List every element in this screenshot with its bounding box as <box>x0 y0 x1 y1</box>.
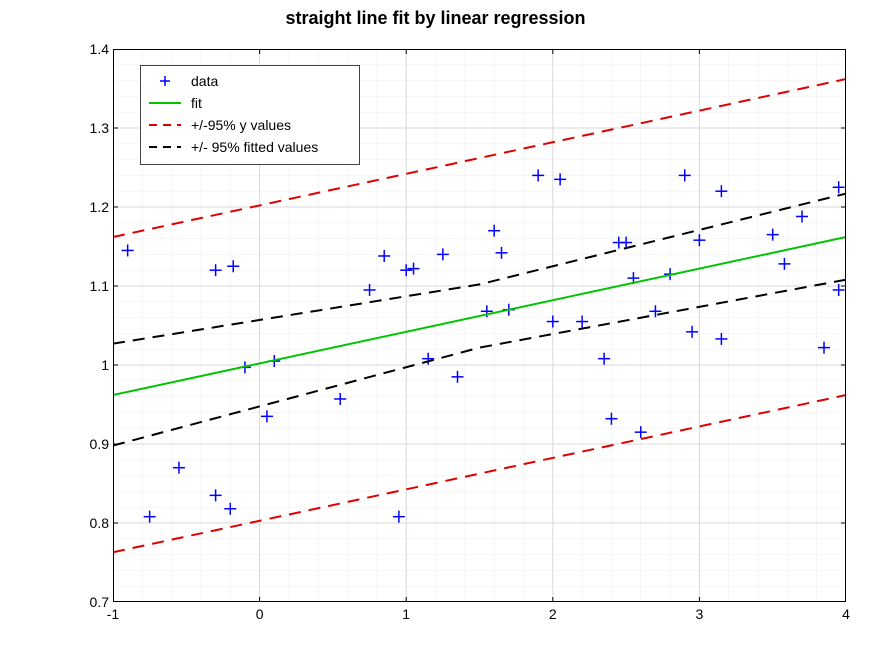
x-tick-label: 1 <box>402 606 410 622</box>
line-+/- 95% fitted values <box>113 194 846 344</box>
y-tick-label: 0.8 <box>49 515 109 531</box>
y-tick-label: 0.7 <box>49 594 109 610</box>
y-tick-label: 1.1 <box>49 278 109 294</box>
y-tick-label: 1.3 <box>49 120 109 136</box>
line-+/-95% y values <box>113 395 846 552</box>
legend-entry-fit: fit <box>147 92 353 114</box>
chart-title: straight line fit by linear regression <box>0 8 871 29</box>
legend-swatch-fit <box>147 92 183 114</box>
legend-label-data: data <box>191 73 353 89</box>
line-+/- 95% fitted values <box>113 280 846 446</box>
x-tick-label: 2 <box>549 606 557 622</box>
line-fit <box>113 237 846 395</box>
legend-entry-pred95: +/-95% y values <box>147 114 353 136</box>
legend-swatch-data <box>147 70 183 92</box>
y-tick-label: 1.4 <box>49 41 109 57</box>
y-tick-label: 1.2 <box>49 199 109 215</box>
legend: data fit +/-95% y values +/- 95% fitted … <box>140 65 360 165</box>
x-tick-label: 4 <box>842 606 850 622</box>
legend-label-fit: fit <box>191 95 353 111</box>
y-tick-label: 1 <box>49 357 109 373</box>
legend-swatch-pred95 <box>147 114 183 136</box>
x-tick-label: 0 <box>256 606 264 622</box>
x-tick-label: -1 <box>107 606 119 622</box>
legend-swatch-fit95 <box>147 136 183 158</box>
legend-label-fit95: +/- 95% fitted values <box>191 139 353 155</box>
legend-entry-data: data <box>147 70 353 92</box>
legend-label-pred95: +/-95% y values <box>191 117 353 133</box>
legend-entry-fit95: +/- 95% fitted values <box>147 136 353 158</box>
x-tick-label: 3 <box>695 606 703 622</box>
chart-container: straight line fit by linear regression d… <box>0 0 871 654</box>
y-tick-label: 0.9 <box>49 436 109 452</box>
